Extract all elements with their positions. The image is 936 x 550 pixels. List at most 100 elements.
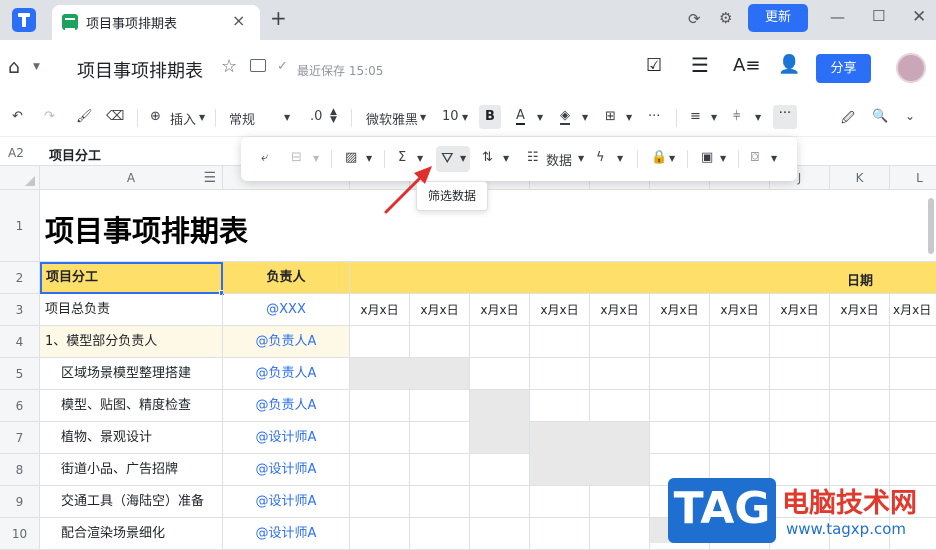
column-header-l[interactable]: L	[890, 166, 936, 190]
text-format-icon[interactable]: A≡	[733, 55, 760, 76]
merge-cells-icon[interactable]: ⊟	[291, 150, 302, 165]
border-icon[interactable]: ⊞	[605, 109, 616, 124]
column-filter-icon[interactable]: ☰	[203, 166, 216, 190]
data-chevron-icon[interactable]: ▼	[578, 154, 584, 163]
vertical-align-icon[interactable]: ⫩	[733, 109, 740, 124]
user-avatar[interactable]	[896, 53, 926, 83]
task-cell[interactable]: 项目总负责	[40, 294, 223, 326]
vertical-scrollbar[interactable]	[928, 198, 934, 254]
maximize-icon[interactable]: ☐	[872, 7, 885, 25]
search-icon[interactable]: 🔍	[872, 109, 888, 124]
task-cell[interactable]: 交通工具（海陆空）准备	[40, 486, 223, 518]
more-format-icon[interactable]: ···	[648, 109, 660, 124]
automation-icon[interactable]: ϟ	[596, 150, 605, 165]
fill-color-chevron-icon[interactable]: ▼	[582, 113, 588, 122]
move-folder-icon[interactable]	[250, 59, 266, 72]
task-cell[interactable]: 植物、景观设计	[40, 422, 223, 454]
font-family-chevron-icon[interactable]: ▼	[420, 113, 426, 122]
window-close-icon[interactable]: ✕	[912, 7, 926, 27]
task-cell[interactable]: 模型、贴图、精度检查	[40, 390, 223, 422]
minimize-icon[interactable]: —	[830, 8, 845, 26]
text-color-button[interactable]: A	[516, 109, 525, 125]
task-cell[interactable]: 区域场景模型整理搭建	[40, 358, 223, 390]
add-collaborator-icon[interactable]: 👤	[778, 54, 800, 75]
more-tools-button[interactable]: ···	[773, 105, 797, 129]
merge-chevron-icon[interactable]: ▼	[313, 154, 319, 163]
owner-cell[interactable]: @设计师A	[223, 454, 350, 486]
row-header[interactable]: 10	[0, 518, 40, 550]
image-chevron-icon[interactable]: ▼	[720, 154, 726, 163]
date-cell[interactable]: x月x日	[470, 294, 530, 326]
conditional-format-chevron-icon[interactable]: ▼	[366, 154, 372, 163]
column-header-k[interactable]: K	[830, 166, 890, 190]
data-icon[interactable]: ☷	[527, 150, 539, 165]
data-menu[interactable]: 数据	[546, 150, 572, 169]
row-header[interactable]: 1	[0, 190, 40, 262]
home-icon[interactable]: ⌂	[8, 56, 20, 78]
header-cell-owner[interactable]: 负责人	[223, 262, 350, 294]
insert-button[interactable]: 插入	[170, 109, 196, 128]
undo-icon[interactable]: ↶	[12, 109, 23, 124]
fill-color-icon[interactable]: ◈	[560, 109, 570, 125]
cell-reference[interactable]: A2	[8, 146, 24, 160]
date-cell[interactable]: x月x日	[830, 294, 890, 326]
formula-input[interactable]: 项目分工	[49, 145, 101, 164]
new-tab-icon[interactable]: +	[270, 6, 287, 30]
header-cell-date[interactable]: 日期	[350, 262, 936, 294]
document-tab[interactable]: 项目事项排期表 ×	[52, 5, 260, 40]
owner-cell[interactable]: @负责人A	[223, 358, 350, 390]
owner-cell[interactable]: @设计师A	[223, 422, 350, 454]
date-cell[interactable]: x月x日	[590, 294, 650, 326]
row-header[interactable]: 2	[0, 262, 40, 294]
sheet-title-cell[interactable]: 项目事项排期表	[40, 190, 936, 262]
decimal-select[interactable]: .0	[310, 109, 322, 124]
format-painter-icon[interactable]: 🖌	[76, 109, 93, 124]
vertical-align-chevron-icon[interactable]: ▼	[755, 113, 761, 122]
brush-icon[interactable]: 🖉	[841, 109, 855, 131]
align-chevron-icon[interactable]: ▼	[711, 113, 717, 122]
date-cell[interactable]: x月x日	[350, 294, 410, 326]
font-family-select[interactable]: 微软雅黑	[366, 109, 418, 128]
row-header[interactable]: 7	[0, 422, 40, 454]
date-cell[interactable]: x月x日	[410, 294, 470, 326]
sort-chevron-icon[interactable]: ▼	[503, 154, 509, 163]
collapse-toolbar-chevron-icon[interactable]: ⌄	[905, 109, 915, 123]
align-icon[interactable]: ≡	[690, 109, 701, 124]
app-logo-icon[interactable]	[12, 8, 36, 32]
home-menu-chevron-icon[interactable]: ▼	[33, 62, 40, 72]
lock-chevron-icon[interactable]: ▼	[669, 154, 675, 163]
owner-cell[interactable]: @XXX	[223, 294, 350, 326]
selected-cell-a2[interactable]: 项目分工	[40, 262, 223, 294]
row-header[interactable]: 3	[0, 294, 40, 326]
redo-icon[interactable]: ↷	[44, 109, 55, 124]
settings-icon[interactable]: ⚙	[719, 9, 732, 27]
date-cell[interactable]: x月x日	[770, 294, 830, 326]
insert-plus-icon[interactable]: ⊕	[150, 109, 161, 124]
owner-cell[interactable]: @设计师A	[223, 518, 350, 550]
row-header[interactable]: 9	[0, 486, 40, 518]
wrap-text-icon[interactable]: ⤶	[261, 150, 268, 165]
eraser-icon[interactable]: ⌫	[106, 109, 124, 124]
menu-icon[interactable]: ☰	[691, 53, 709, 77]
task-check-icon[interactable]: ☑	[646, 55, 662, 76]
task-cell[interactable]: 1、模型部分负责人	[40, 326, 223, 358]
decimal-stepper-icon[interactable]: ▲ ▼	[330, 108, 337, 125]
plugin-chevron-icon[interactable]: ▼	[771, 154, 777, 163]
plugin-icon[interactable]: ⌼	[751, 150, 759, 165]
close-tab-icon[interactable]: ×	[232, 11, 245, 30]
owner-cell[interactable]: @负责人A	[223, 326, 350, 358]
text-color-chevron-icon[interactable]: ▼	[537, 113, 543, 122]
filter-button[interactable]: ⛛ ▼	[436, 146, 470, 172]
row-header[interactable]: 4	[0, 326, 40, 358]
update-button[interactable]: 更新	[748, 4, 808, 32]
bold-button[interactable]: B	[479, 105, 501, 129]
automation-chevron-icon[interactable]: ▼	[617, 154, 623, 163]
date-cell[interactable]: x月x日	[530, 294, 590, 326]
date-cell[interactable]: x月x日	[710, 294, 770, 326]
number-format-select[interactable]: 常规	[229, 109, 255, 128]
row-header[interactable]: 6	[0, 390, 40, 422]
row-header[interactable]: 8	[0, 454, 40, 486]
select-all-corner[interactable]	[0, 166, 40, 190]
share-button[interactable]: 分享	[816, 54, 871, 83]
image-icon[interactable]: ▣	[701, 150, 713, 165]
